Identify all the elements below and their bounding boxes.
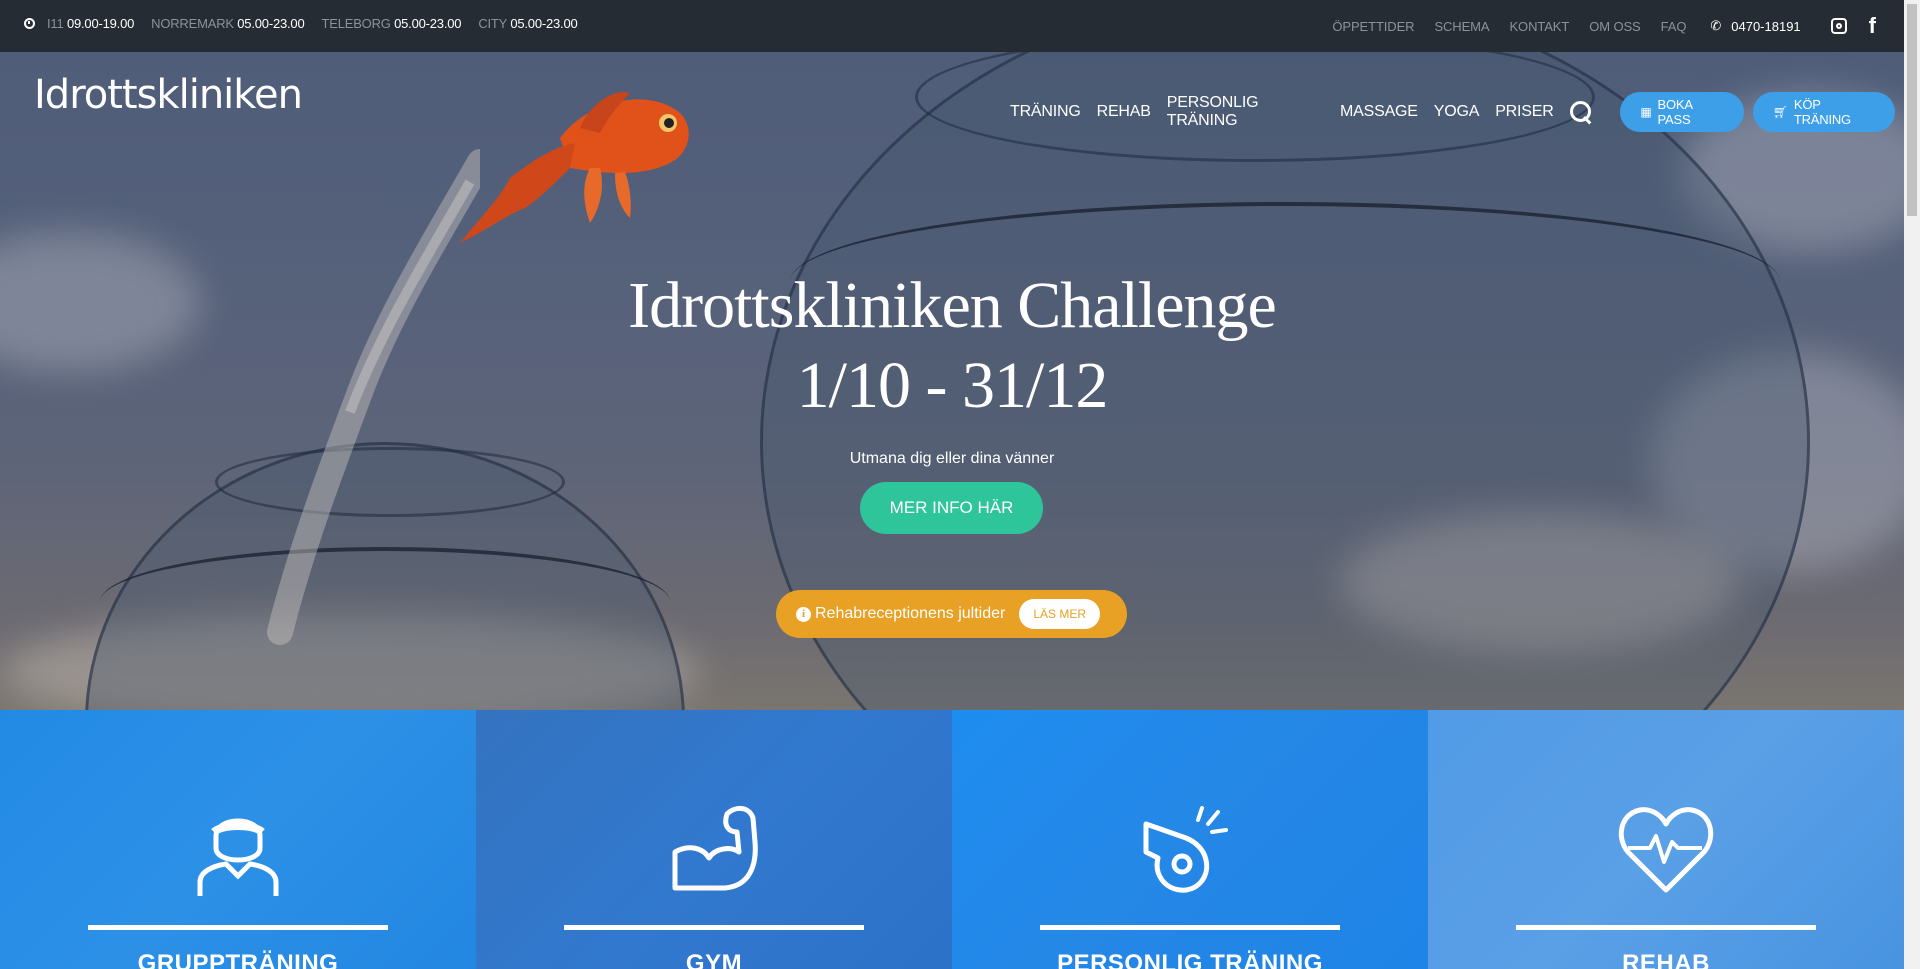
- nav-massage[interactable]: MASSAGE: [1340, 103, 1418, 121]
- cart-icon: 🛒︎: [1772, 105, 1788, 119]
- card-divider: [88, 925, 388, 930]
- main-nav: TRÄNING REHAB PERSONLIG TRÄNING MASSAGE …: [1010, 92, 1904, 132]
- scrollbar-thumb[interactable]: [1907, 4, 1917, 216]
- hours-item: TELEBORG 05.00-23.00: [321, 16, 461, 31]
- phone-link[interactable]: ✆ 0470-18191: [1710, 18, 1800, 34]
- toplink-om-oss[interactable]: OM OSS: [1589, 19, 1641, 34]
- notice-text: Rehabreceptionens jultider: [815, 605, 1006, 622]
- card-divider: [1040, 925, 1340, 930]
- top-links: ÖPPETTIDER SCHEMA KONTAKT OM OSS FAQ ✆ 0…: [1312, 0, 1904, 52]
- search-icon[interactable]: [1569, 101, 1591, 123]
- card-title: PERSONLIG TRÄNING: [1057, 950, 1323, 969]
- card-gym[interactable]: GYM: [476, 710, 952, 969]
- hours-item: CITY 05.00-23.00: [478, 16, 577, 31]
- hours-time: 09.00-19.00: [66, 16, 135, 31]
- facebook-icon[interactable]: f: [1869, 13, 1876, 39]
- top-bar: I11 09.00-19.00 NORREMARK 05.00-23.00 TE…: [0, 0, 1904, 52]
- toplink-oppettider[interactable]: ÖPPETTIDER: [1332, 19, 1414, 34]
- hours-time: 05.00-23.00: [394, 16, 462, 31]
- scrollbar[interactable]: [1904, 0, 1920, 969]
- social-links: f: [1830, 13, 1904, 39]
- hours-location: NORREMARK: [151, 16, 234, 31]
- toplink-kontakt[interactable]: KONTAKT: [1509, 19, 1569, 34]
- flexed-arm-icon: [672, 806, 758, 891]
- nav-yoga[interactable]: YOGA: [1434, 103, 1480, 121]
- whistle-icon: [1143, 806, 1228, 893]
- toplink-faq[interactable]: FAQ: [1661, 19, 1687, 34]
- person-headband-icon: [197, 818, 279, 896]
- instagram-icon[interactable]: [1830, 18, 1847, 34]
- hours-item: I11 09.00-19.00: [47, 16, 134, 31]
- opening-hours: I11 09.00-19.00 NORREMARK 05.00-23.00 TE…: [24, 16, 595, 31]
- kop-traning-button[interactable]: 🛒︎ KÖP TRÄNING: [1752, 92, 1896, 132]
- hero-title-line1: Idrottskliniken Challenge: [628, 269, 1277, 342]
- nav-rehab[interactable]: REHAB: [1097, 103, 1151, 121]
- hours-time: 05.00-23.00: [237, 16, 305, 31]
- hero-title: Idrottskliniken Challenge 1/10 - 31/12: [0, 266, 1904, 426]
- site-logo[interactable]: Idrottskliniken: [34, 72, 303, 118]
- card-divider: [564, 925, 864, 930]
- toplink-schema[interactable]: SCHEMA: [1434, 19, 1489, 34]
- card-personlig-traning[interactable]: PERSONLIG TRÄNING: [952, 710, 1428, 969]
- heart-pulse-icon: [1618, 807, 1714, 893]
- card-divider: [1516, 925, 1816, 930]
- hours-location: CITY: [478, 16, 507, 31]
- card-title: GRUPPTRÄNING: [137, 950, 339, 969]
- notice-banner: i Rehabreceptionens jultider LÄS MER: [776, 590, 1127, 638]
- card-grupptraning[interactable]: GRUPPTRÄNING: [0, 710, 476, 969]
- hours-time: 05.00-23.00: [510, 16, 578, 31]
- goldfish-icon: [460, 92, 689, 243]
- mer-info-button[interactable]: MER INFO HÄR: [860, 482, 1043, 534]
- card-rehab[interactable]: REHAB: [1428, 710, 1904, 969]
- hours-location: TELEBORG: [321, 16, 391, 31]
- hours-item: NORREMARK 05.00-23.00: [151, 16, 305, 31]
- boka-pass-label: BOKA PASS: [1657, 97, 1693, 127]
- hours-location: I11: [47, 16, 64, 31]
- boka-pass-button[interactable]: ▦ BOKA PASS: [1620, 92, 1744, 132]
- hero-subtitle: Utmana dig eller dina vänner: [849, 450, 1055, 467]
- las-mer-button[interactable]: LÄS MER: [1019, 599, 1101, 629]
- nav-traning[interactable]: TRÄNING: [1010, 103, 1081, 121]
- phone-number: 0470-18191: [1731, 18, 1801, 34]
- info-icon: i: [796, 606, 811, 622]
- card-title: REHAB: [1622, 950, 1710, 969]
- clock-icon: [24, 18, 35, 29]
- hero-title-line2: 1/10 - 31/12: [796, 349, 1109, 422]
- kop-traning-label: KÖP TRÄNING: [1793, 97, 1851, 127]
- nav-personlig-traning[interactable]: PERSONLIG TRÄNING: [1167, 94, 1324, 130]
- service-cards: GRUPPTRÄNING GYM PERSONLIG TRÄNING REHAB: [0, 710, 1904, 969]
- phone-icon: ✆: [1710, 18, 1722, 33]
- calendar-icon: ▦: [1640, 105, 1652, 119]
- card-title: GYM: [685, 950, 743, 969]
- nav-priser[interactable]: PRISER: [1495, 103, 1554, 121]
- hero-section: Idrottskliniken TRÄNING REHAB PERSONLIG …: [0, 52, 1904, 710]
